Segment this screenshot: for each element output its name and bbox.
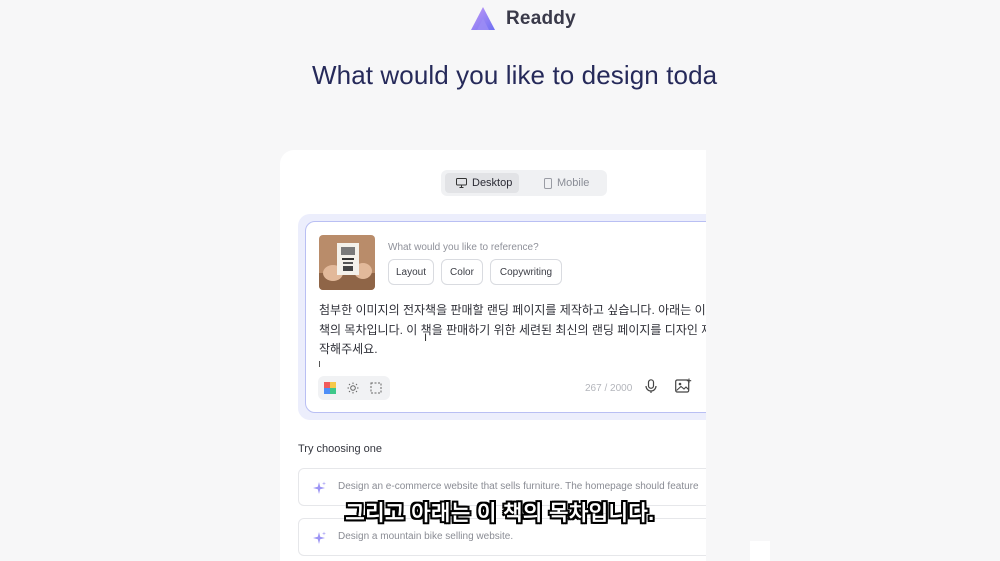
header: Readdy bbox=[0, 0, 1000, 40]
phone-icon bbox=[544, 177, 552, 189]
tab-desktop-label: Desktop bbox=[472, 177, 513, 189]
chip-color[interactable]: Color bbox=[441, 259, 483, 285]
chip-copywriting[interactable]: Copywriting bbox=[490, 259, 562, 285]
chip-layout[interactable]: Layout bbox=[388, 259, 434, 285]
text-caret bbox=[319, 361, 320, 367]
mic-icon[interactable] bbox=[645, 379, 657, 399]
page-title: What would you like to design toda bbox=[312, 60, 718, 90]
tab-desktop[interactable]: Desktop bbox=[445, 173, 519, 193]
prompt-line: 작해주세요. bbox=[319, 342, 378, 356]
palette-icon[interactable] bbox=[322, 380, 338, 396]
monitor-icon bbox=[456, 178, 467, 188]
char-counter: 267 / 2000 bbox=[585, 383, 633, 394]
brand-name: Readdy bbox=[506, 8, 576, 29]
reference-thumbnail[interactable] bbox=[319, 235, 375, 290]
sparkle-icon bbox=[312, 531, 326, 550]
tab-mobile-label: Mobile bbox=[557, 177, 590, 189]
sun-icon[interactable] bbox=[345, 380, 361, 396]
crop-icon[interactable] bbox=[368, 380, 384, 396]
prompt-tools bbox=[318, 376, 390, 400]
suggestion-text: Design an e-commerce website that sells … bbox=[338, 481, 699, 492]
video-caption: 그리고 아래는 이 책의 목차입니다. bbox=[345, 502, 655, 525]
prompt-line: 첨부한 이미지의 전자책을 판매할 랜딩 페이지를 제작하고 싶습니다. 아래는… bbox=[319, 303, 706, 317]
tab-mobile[interactable]: Mobile bbox=[533, 173, 603, 193]
prompt-box[interactable]: What would you like to reference? Layout… bbox=[305, 221, 706, 413]
suggestion-text: Design a mountain bike selling website. bbox=[338, 531, 514, 542]
prompt-line: 책의 목차입니다. 이 책을 판매하기 위한 세련된 최신의 랜딩 페이지를 디… bbox=[319, 322, 706, 337]
text-cursor-icon: I bbox=[424, 332, 428, 344]
reference-question: What would you like to reference? bbox=[388, 242, 539, 253]
image-icon[interactable] bbox=[675, 378, 692, 398]
suggestions-label: Try choosing one bbox=[298, 443, 382, 455]
page-edge bbox=[750, 541, 770, 561]
device-toggle: Desktop Mobile bbox=[441, 170, 607, 196]
logo-icon bbox=[469, 5, 497, 33]
prompt-container: What would you like to reference? Layout… bbox=[298, 214, 706, 420]
prompt-textarea[interactable]: 첨부한 이미지의 전자책을 판매할 랜딩 페이지를 제작하고 싶습니다. 아래는… bbox=[319, 301, 706, 360]
